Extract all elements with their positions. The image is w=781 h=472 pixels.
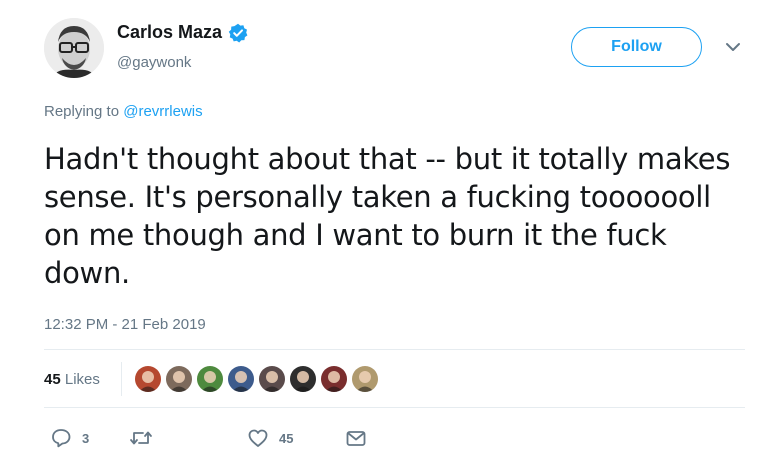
liker-avatar[interactable]: [134, 365, 162, 393]
chevron-down-icon[interactable]: [724, 40, 742, 54]
like-button[interactable]: 45: [247, 427, 293, 449]
likes-label: Likes: [64, 371, 100, 388]
follow-button[interactable]: Follow: [571, 27, 702, 67]
stats-separator: [121, 362, 122, 396]
reply-to-handle-link[interactable]: @revrrlewis: [123, 103, 202, 120]
envelope-icon: [345, 427, 367, 449]
author-handle[interactable]: @gaywonk: [117, 54, 191, 71]
tweet-text: Hadn't thought about that -- but it tota…: [44, 142, 731, 290]
divider: [44, 407, 745, 408]
tweet-card: Carlos Maza @gaywonk Follow Replying to …: [0, 0, 781, 472]
liker-avatar[interactable]: [320, 365, 348, 393]
tweet-timestamp[interactable]: 12:32 PM - 21 Feb 2019: [44, 316, 206, 333]
heart-icon: [247, 427, 269, 449]
reply-count: 3: [82, 430, 90, 446]
direct-message-button[interactable]: [345, 427, 367, 449]
liker-avatar[interactable]: [351, 365, 379, 393]
reply-context: Replying to @revrrlewis: [44, 103, 203, 120]
liker-avatar[interactable]: [289, 365, 317, 393]
likes-count: 45: [44, 371, 61, 388]
like-count: 45: [279, 430, 294, 446]
divider: [44, 349, 745, 350]
reply-icon: [50, 427, 72, 449]
verified-badge-icon: [228, 23, 248, 43]
reply-button[interactable]: 3: [50, 427, 89, 449]
liker-avatar[interactable]: [258, 365, 286, 393]
likes-summary[interactable]: 45 Likes: [44, 371, 100, 388]
retweet-button[interactable]: [129, 427, 163, 449]
avatar[interactable]: [44, 18, 104, 78]
liker-avatar[interactable]: [165, 365, 193, 393]
avatar-photo: [44, 18, 104, 78]
likers-avatars: [134, 365, 382, 393]
reply-context-prefix: Replying to: [44, 103, 124, 120]
display-name[interactable]: Carlos Maza: [117, 22, 222, 43]
retweet-icon: [129, 427, 153, 449]
liker-avatar[interactable]: [227, 365, 255, 393]
author-name-row[interactable]: Carlos Maza: [117, 22, 248, 43]
liker-avatar[interactable]: [196, 365, 224, 393]
